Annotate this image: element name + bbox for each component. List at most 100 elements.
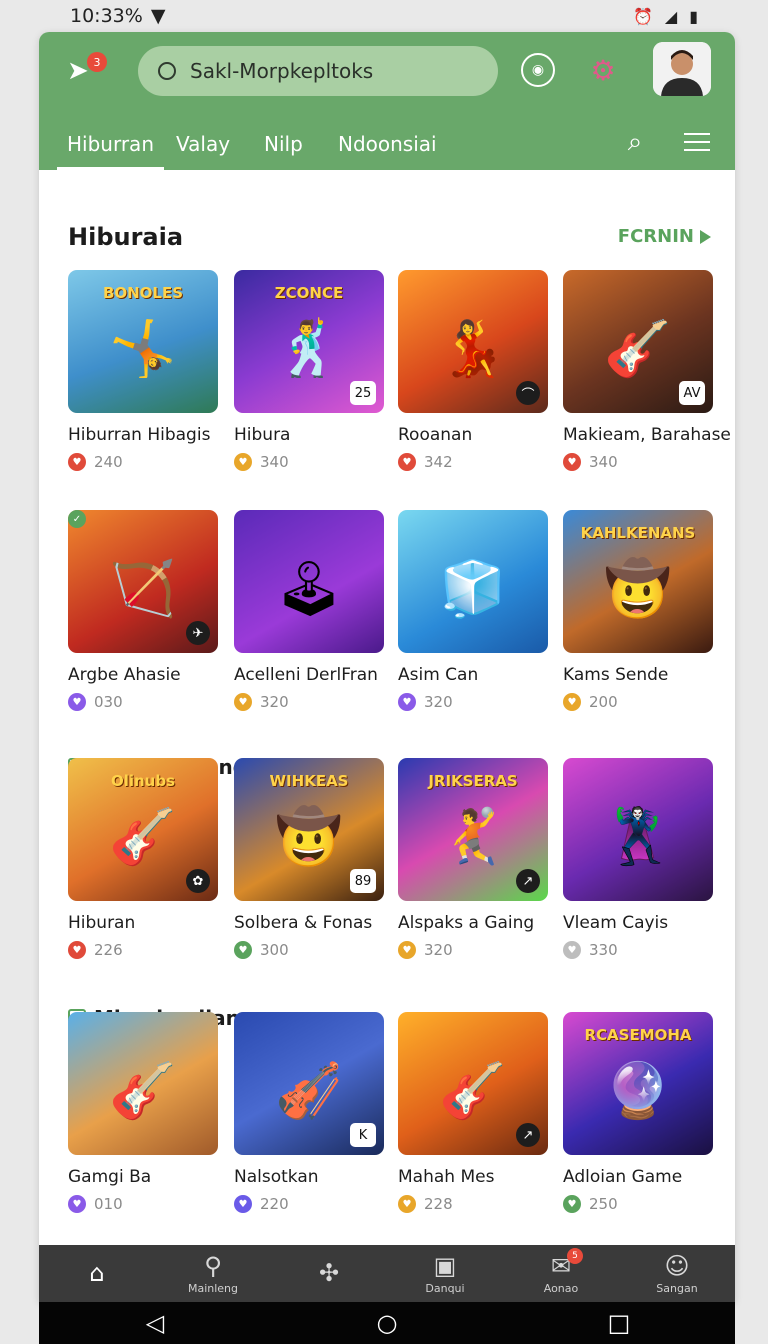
avatar[interactable] (653, 42, 711, 96)
game-tile[interactable]: 🎸 Gamgi Ba ♥ 010 (68, 1012, 218, 1213)
recents-icon[interactable]: □ (599, 1309, 639, 1337)
tab-hiburran[interactable]: Hiburran (57, 122, 164, 170)
rating-icon: ♥ (234, 1195, 252, 1213)
status-bar: 10:33% ▼ ⏰ ◢ ▮ (0, 0, 768, 32)
character-art-icon: 🎸 (439, 1058, 507, 1122)
game-tile[interactable]: 🤸 BONOLES Hiburran Hibagis ♥ 240 (68, 270, 218, 471)
thumbnail-badge: 25 (350, 381, 376, 405)
game-thumbnail[interactable]: 💃 ⌒ (398, 270, 548, 413)
thumbnail-badge: ↗ (516, 869, 540, 893)
rating-icon: ♥ (398, 453, 416, 471)
nav-item[interactable]: ☺ Sangan (627, 1252, 727, 1295)
game-count: 320 (424, 941, 453, 959)
home-circle-icon[interactable]: ○ (367, 1309, 407, 1337)
game-tile[interactable]: 🦹 Vleam Cayis ♥ 330 (563, 758, 713, 959)
game-count: 320 (260, 693, 289, 711)
back-icon[interactable]: ◁ (135, 1309, 175, 1337)
game-count: 250 (589, 1195, 618, 1213)
thumbnail-badge: AV (679, 381, 705, 405)
game-thumbnail[interactable]: 🎸 (68, 1012, 218, 1155)
game-thumbnail[interactable]: 🤸 BONOLES (68, 270, 218, 413)
search-icon: ⌕ (627, 126, 643, 157)
game-thumbnail[interactable]: 🎸 AV (563, 270, 713, 413)
nav-item[interactable]: ✣ (279, 1259, 379, 1289)
game-title: Adloian Game (563, 1167, 683, 1187)
game-thumbnail[interactable]: 🎻 K (234, 1012, 384, 1155)
send-icon: ➤ (67, 56, 89, 86)
menu-icon (684, 133, 710, 151)
character-art-icon: 🔮 (604, 1058, 672, 1122)
rating-icon: ♥ (563, 453, 581, 471)
game-tile[interactable]: 🤠 KAHLKENANS Kams Sende ♥ 200 (563, 510, 713, 711)
nav-label: Aonao (543, 1282, 579, 1295)
game-tile[interactable]: 🤠 WIHKEAS 89 Solbera & Fonas ♥ 300 (234, 758, 384, 959)
game-thumbnail[interactable]: 🕹 (234, 510, 384, 653)
game-thumbnail[interactable]: 🧊 (398, 510, 548, 653)
tab-valay[interactable]: Valay (176, 122, 230, 166)
game-title: Acelleni DerlFran (234, 665, 378, 685)
game-thumbnail[interactable]: 🤠 KAHLKENANS (563, 510, 713, 653)
category-tabs: Hiburran Valay Nilp Ndoonsiai ⌕ (39, 122, 735, 170)
game-tile[interactable]: 🎸 ↗ Mahah Mes ♥ 228 (398, 1012, 548, 1213)
game-count: 240 (94, 453, 123, 471)
game-tile[interactable]: 🎸 Olinubs ✿ Hiburan ♥ 226 (68, 758, 218, 959)
search-input[interactable] (190, 59, 470, 83)
game-meta: ♥ 340 (234, 453, 384, 471)
system-navigation-bar: ◁ ○ □ (39, 1302, 735, 1344)
game-thumbnail[interactable]: 🦹 (563, 758, 713, 901)
game-thumbnail[interactable]: 🏹 ✈ (68, 510, 218, 653)
thumbnail-title: Olinubs (110, 772, 176, 790)
game-meta: ♥ 320 (398, 941, 548, 959)
game-tile[interactable]: 🔮 RCASEMOHA Adloian Game ♥ 250 (563, 1012, 713, 1213)
rating-icon: ♥ (563, 693, 581, 711)
smile-icon: ☺ (664, 1252, 690, 1280)
character-art-icon: 🎸 (604, 316, 672, 380)
nav-item[interactable]: ▣ Danqui (395, 1252, 495, 1295)
game-count: 340 (589, 453, 618, 471)
nav-label: Mainleng (187, 1282, 239, 1295)
timer-icon: ◉ (531, 62, 545, 78)
play-arrow-icon (700, 229, 711, 244)
game-tile[interactable]: 🎸 AV Makieam, Barahase ♥ 340 (563, 270, 731, 471)
section-title: Hiburaia (68, 223, 184, 251)
search-bar[interactable] (138, 46, 498, 96)
game-tile[interactable]: 🤾 JRIKSERAS ↗ Alspaks a Gaing ♥ 320 (398, 758, 548, 959)
menu-button[interactable] (681, 126, 713, 158)
tab-nilp[interactable]: Nilp (264, 122, 303, 166)
game-thumbnail[interactable]: 🤾 JRIKSERAS ↗ (398, 758, 548, 901)
game-tile[interactable]: 🕺 ZCONCE 25 Hibura ♥ 340 (234, 270, 384, 471)
see-more-label: FCRNIN (617, 226, 694, 247)
game-thumbnail[interactable]: 🎸 Olinubs ✿ (68, 758, 218, 901)
nav-item[interactable]: ✉ Aonao 5 (511, 1248, 611, 1295)
settings-button[interactable]: ⚙ (586, 53, 620, 87)
alarm-icon: ⏰ (632, 6, 653, 26)
game-thumbnail[interactable]: 🔮 RCASEMOHA (563, 1012, 713, 1155)
game-title: Hiburran Hibagis (68, 425, 211, 445)
game-tile[interactable]: 🏹 ✈ Argbe Ahasie ♥ 030 (68, 510, 218, 711)
game-title: Makieam, Barahase (563, 425, 731, 445)
game-tile[interactable]: 💃 ⌒ Rooanan ♥ 342 (398, 270, 548, 471)
game-meta: ♥ 228 (398, 1195, 548, 1213)
game-tile[interactable]: 🧊 Asim Can ♥ 320 (398, 510, 548, 711)
game-tile[interactable]: 🎻 K Nalsotkan ♥ 220 (234, 1012, 384, 1213)
nav-item[interactable]: ⚲ Mainleng (163, 1252, 263, 1295)
game-count: 030 (94, 693, 123, 711)
tab-ndoonsiai[interactable]: Ndoonsiai (338, 122, 437, 166)
game-thumbnail[interactable]: 🕺 ZCONCE 25 (234, 270, 384, 413)
tab-search-button[interactable]: ⌕ (619, 126, 651, 158)
game-meta: ♥ 300 (234, 941, 384, 959)
game-tile[interactable]: 🕹 Acelleni DerlFran ♥ 320 (234, 510, 384, 711)
rating-icon: ♥ (563, 941, 581, 959)
game-meta: ♥ 200 (563, 693, 713, 711)
thumbnail-title: KAHLKENANS (580, 524, 696, 542)
thumbnail-title: RCASEMOHA (584, 1026, 692, 1044)
game-count: 330 (589, 941, 618, 959)
game-title: Gamgi Ba (68, 1167, 152, 1187)
nav-item[interactable]: ⌂ (47, 1259, 147, 1289)
timer-button[interactable]: ◉ (521, 53, 555, 87)
game-thumbnail[interactable]: 🤠 WIHKEAS 89 (234, 758, 384, 901)
notification-button[interactable]: ➤ 3 (67, 52, 107, 90)
see-more-link[interactable]: FCRNIN (618, 226, 711, 247)
game-title: Rooanan (398, 425, 473, 445)
game-thumbnail[interactable]: 🎸 ↗ (398, 1012, 548, 1155)
